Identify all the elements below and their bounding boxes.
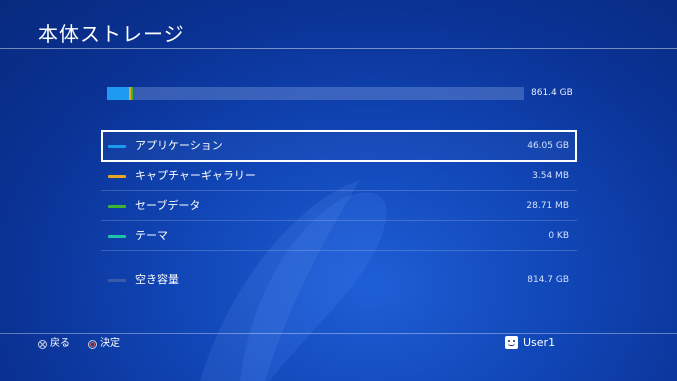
- category-themes[interactable]: テーマ 0 KB: [101, 221, 577, 251]
- saved-data-color-swatch: [108, 205, 126, 208]
- category-label: セーブデータ: [135, 199, 201, 212]
- confirm-hint[interactable]: 決定: [88, 338, 120, 350]
- capture-gallery-color-swatch: [108, 175, 126, 178]
- storage-usage-bar: [107, 87, 524, 100]
- back-hint[interactable]: 戻る: [38, 338, 70, 350]
- category-saved-data[interactable]: セーブデータ 28.71 MB: [101, 191, 577, 221]
- category-capture-gallery[interactable]: キャプチャーギャラリー 3.54 MB: [101, 161, 577, 191]
- free-space-label: 空き容量: [135, 273, 179, 286]
- back-label: 戻る: [50, 338, 70, 349]
- footer-divider: [0, 333, 677, 334]
- storage-segment-application: [107, 87, 129, 100]
- circle-button-icon: [88, 339, 97, 349]
- total-capacity: 861.4 GB: [531, 88, 573, 98]
- storage-segment-savedata: [131, 87, 133, 100]
- category-size: 0 KB: [548, 231, 569, 241]
- category-size: 46.05 GB: [527, 141, 569, 151]
- avatar-icon: [505, 336, 518, 349]
- free-space-row: 空き容量 814.7 GB: [101, 265, 577, 295]
- user-name: User1: [523, 336, 556, 349]
- category-label: キャプチャーギャラリー: [135, 169, 256, 182]
- category-size: 3.54 MB: [532, 171, 569, 181]
- themes-color-swatch: [108, 235, 126, 238]
- applications-color-swatch: [108, 145, 126, 148]
- cross-button-icon: [38, 339, 47, 349]
- category-label: テーマ: [135, 229, 168, 242]
- category-size: 28.71 MB: [526, 201, 569, 211]
- free-space-size: 814.7 GB: [527, 275, 569, 285]
- user-indicator: User1: [505, 336, 555, 349]
- confirm-label: 決定: [100, 338, 120, 349]
- page-title: 本体ストレージ: [38, 22, 185, 46]
- category-applications[interactable]: アプリケーション 46.05 GB: [101, 130, 577, 162]
- header-divider: [0, 48, 677, 49]
- free-space-color-swatch: [108, 279, 126, 282]
- category-label: アプリケーション: [135, 139, 223, 152]
- storage-category-list: アプリケーション 46.05 GB キャプチャーギャラリー 3.54 MB セー…: [101, 130, 577, 295]
